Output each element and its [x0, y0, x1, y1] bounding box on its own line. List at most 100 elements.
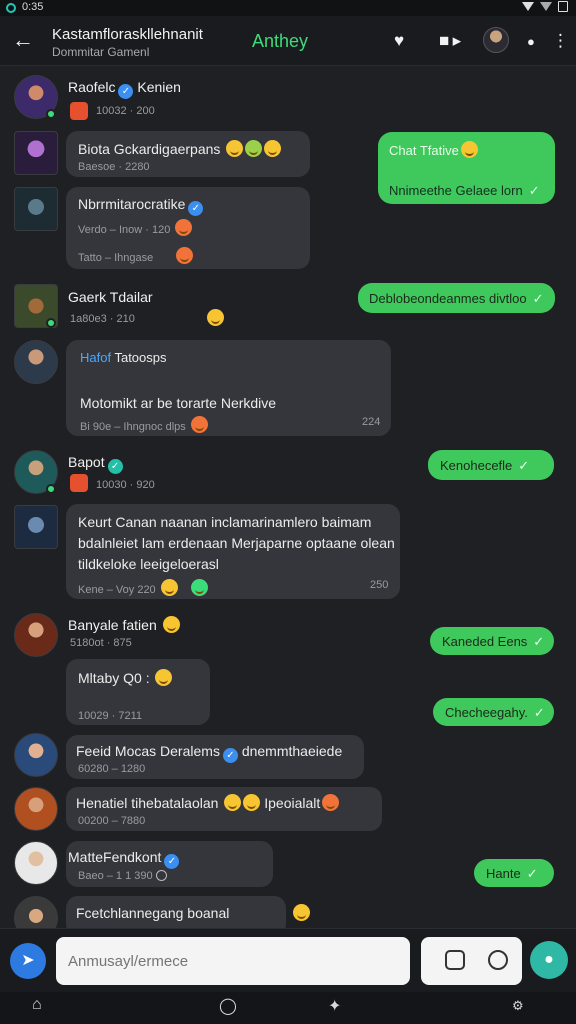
video-icon[interactable]: ■ ▸	[439, 31, 461, 51]
sender-name: Nbrrmitarocratike ✓	[78, 196, 204, 216]
message-label: Hafof	[80, 350, 112, 365]
sent-message[interactable]: Kaneded Eens ✓	[430, 627, 554, 655]
sender-name-text: MatteFendkont	[68, 849, 162, 865]
read-receipt-icon: ✓	[533, 705, 545, 720]
avatar[interactable]	[14, 131, 58, 175]
sent-message[interactable]: Chat Tfative Nnimeethe Gelaee lorn ✓	[378, 132, 555, 204]
home-icon[interactable]: ⌂	[32, 996, 42, 1014]
sent-message[interactable]: Hante ✓	[474, 859, 554, 887]
avatar[interactable]	[14, 187, 58, 231]
verified-icon: ✓	[107, 459, 123, 474]
status-icons	[522, 1, 568, 12]
sender-name-suffix: Ipeoialalt	[264, 795, 321, 811]
sender-name: Henatiel tihebatalaolan Ipeoialalt	[76, 794, 340, 811]
avatar[interactable]	[14, 733, 58, 777]
sent-message-body: Kenohecefle	[440, 458, 513, 473]
sender-name-text: Bapot	[68, 454, 105, 470]
emoji-icon	[176, 247, 194, 264]
message-meta-text: Baeo – 1 1 390	[78, 870, 153, 882]
emoji-icon	[207, 309, 224, 326]
app-name: Anthey	[252, 31, 309, 51]
game-icon[interactable]: ◯	[219, 996, 237, 1016]
microphone-icon[interactable]: ●	[530, 941, 568, 979]
avatar[interactable]	[14, 340, 58, 384]
sent-message-body: Kaneded Eens	[442, 634, 528, 649]
sticker-icon[interactable]	[488, 950, 508, 970]
game-badge-icon	[70, 474, 88, 492]
emoji-icon	[175, 219, 193, 236]
sender-name-text: Raofelc	[68, 79, 116, 95]
bottom-navigation: ⌂ ◯ ✦ ⚙	[0, 992, 576, 1024]
back-arrow-icon[interactable]: ←	[12, 28, 34, 52]
emoji-icon	[155, 669, 173, 686]
message-meta: Kene – Voy 220	[78, 579, 208, 596]
sent-message[interactable]: Kenohecefle ✓	[428, 450, 554, 480]
message-meta: 10032 · 200	[96, 105, 155, 117]
message-title-text: Tatoosps	[114, 350, 167, 365]
message-line: tildkeloke leeigeloerasl	[78, 556, 219, 572]
message-meta-text: Bi 90e – Ihngnoc dlps	[80, 421, 186, 433]
sent-message[interactable]: Deblobeondeanmes divtloo ✓	[358, 283, 555, 313]
message-text-body: Mltaby Q0 :	[78, 670, 150, 686]
sent-message-body: Nnimeethe Gelaee lorn	[389, 183, 523, 198]
camera-icon[interactable]	[445, 950, 465, 970]
read-receipt-icon: ✓	[533, 634, 545, 649]
sent-message-text: Nnimeethe Gelaee lorn ✓	[389, 183, 540, 199]
call-icon[interactable]: ●	[527, 34, 535, 49]
message-composer: ➤ ●	[0, 928, 576, 992]
chat-header: ← Kastamfloraskllehnanit Dommitar Gamenl…	[0, 16, 576, 66]
avatar[interactable]	[14, 787, 58, 831]
more-options-icon[interactable]: ⋮	[552, 31, 569, 51]
emoji-icon	[226, 140, 244, 157]
message-text-body: Biota Gckardigaerpans	[78, 141, 221, 157]
sent-message-body: Checheegahy.	[445, 705, 528, 720]
message-time: 250	[370, 579, 389, 591]
send-icon[interactable]: ➤	[10, 943, 46, 979]
message-meta: 10029 · 7211	[78, 710, 143, 722]
attachment-tools	[421, 937, 522, 985]
emoji-icon	[245, 140, 263, 157]
sent-message-title-text: Chat Tfative	[389, 143, 459, 158]
emoji-icon	[160, 579, 178, 596]
settings-icon[interactable]: ⚙	[512, 998, 524, 1014]
status-time: 0:35	[22, 1, 44, 13]
message-meta: 1a80e3 · 210	[70, 313, 135, 325]
sent-message-body: Hante	[486, 866, 521, 881]
message-line: bdalnleiet lam erdenaan Merjaparne optaa…	[78, 535, 395, 551]
message-list[interactable]: Raofelc ✓ Kenien 10032 · 200 Biota Gckard…	[0, 67, 576, 928]
chat-subtitle: Dommitar Gamenl	[52, 45, 150, 59]
avatar[interactable]	[14, 896, 58, 928]
game-badge-icon	[70, 102, 88, 120]
heart-icon[interactable]: ♥	[394, 31, 404, 51]
emoji-icon	[190, 579, 208, 596]
message-text: Mltaby Q0 :	[78, 669, 173, 686]
emoji-icon	[190, 416, 208, 433]
emoji-icon	[243, 794, 261, 811]
message-meta: Tatto – Ihngase	[78, 247, 194, 264]
emoji-icon	[264, 140, 282, 157]
message-input[interactable]	[56, 937, 410, 985]
avatar[interactable]	[14, 505, 58, 549]
emoji-icon	[293, 904, 310, 921]
message-meta: Verdo – Inow · 120	[78, 219, 193, 236]
sender-name: Bapot ✓	[68, 454, 123, 474]
read-receipt-icon: ✓	[518, 458, 530, 473]
message-meta: 5180ot · 875	[70, 637, 132, 649]
status-app-icon	[6, 3, 16, 13]
message-meta: Baesoe · 2280	[78, 161, 150, 173]
signal-icon	[540, 2, 552, 11]
message-meta: Baeo – 1 1 390	[78, 870, 167, 882]
verified-icon: ✓	[118, 84, 134, 99]
verified-icon: ✓	[164, 854, 180, 869]
avatar[interactable]	[14, 841, 58, 885]
explore-icon[interactable]: ✦	[328, 996, 341, 1016]
clock-icon	[155, 870, 167, 881]
sender-name: Banyale fatien	[68, 616, 180, 633]
message-text: Biota Gckardigaerpans	[78, 140, 282, 157]
sender-name-suffix: Kenien	[137, 79, 181, 95]
avatar[interactable]	[14, 613, 58, 657]
verified-icon: ✓	[222, 748, 238, 763]
sent-message[interactable]: Checheegahy. ✓	[433, 698, 554, 726]
avatar[interactable]	[483, 27, 509, 53]
message-line: Keurt Canan naanan inclamarinamlero baim…	[78, 514, 372, 530]
